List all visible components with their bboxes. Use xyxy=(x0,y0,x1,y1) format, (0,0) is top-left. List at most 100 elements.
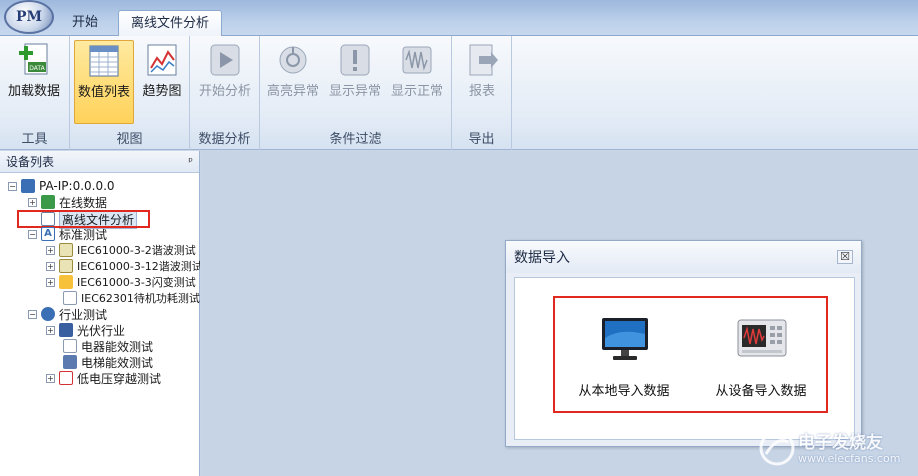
tree-item-appliance-efficiency[interactable]: 电器能效测试 xyxy=(63,338,153,354)
tree-item-label: IEC61000-3-3闪变测试 xyxy=(77,276,196,289)
tab-start[interactable]: 开始 xyxy=(60,10,110,36)
group-label-condition-filter: 条件过滤 xyxy=(329,132,382,147)
tree-item-std-harmonic-12[interactable]: + IEC61000-3-12谐波测试 xyxy=(46,258,200,274)
device-list-header: 设备列表 ᵖ xyxy=(0,151,199,173)
collapse-icon[interactable]: − xyxy=(8,181,17,191)
dialog-title: 数据导入 xyxy=(506,241,861,273)
online-data-icon xyxy=(41,195,55,209)
device-list-title: 设备列表 xyxy=(6,155,55,169)
show-abnormal-button[interactable]: 显示异常 xyxy=(326,40,384,124)
expand-icon[interactable]: + xyxy=(28,197,37,207)
show-normal-label: 显示正常 xyxy=(390,84,443,99)
industry-test-icon xyxy=(41,307,55,321)
play-icon xyxy=(210,44,240,76)
trend-chart-button[interactable]: 趋势图 xyxy=(136,40,188,124)
tree-item-industry-test[interactable]: − 行业测试 xyxy=(28,306,107,322)
highlight-abnormal-button[interactable]: 高亮异常 xyxy=(264,40,322,124)
appliance-icon xyxy=(63,339,77,353)
expand-icon[interactable]: + xyxy=(46,245,55,255)
solar-panel-icon xyxy=(59,323,73,337)
tab-offline-analysis[interactable]: 离线文件分析 xyxy=(118,10,223,37)
tree-item-photovoltaic[interactable]: + 光伏行业 xyxy=(46,322,125,338)
expand-icon[interactable]: + xyxy=(46,261,55,271)
tree-item-label: 电梯能效测试 xyxy=(81,355,154,370)
ribbon-group-condition-filter: 高亮异常 显示异常 显示正常 条件过滤 xyxy=(260,36,452,150)
tree-item-online-data[interactable]: + 在线数据 xyxy=(28,194,107,210)
dialog-close-button[interactable]: ☒ xyxy=(837,250,853,264)
tree-root[interactable]: − PA-IP:0.0.0.0 xyxy=(8,178,115,194)
data-import-dialog: 数据导入 ☒ 从本地导入数据 从设备导入数据 xyxy=(505,240,862,447)
import-local-label: 从本地导入数据 xyxy=(578,384,670,399)
dialog-title-text: 数据导入 xyxy=(514,250,570,266)
monitor-icon xyxy=(602,318,648,360)
group-label-export: 导出 xyxy=(468,132,495,147)
tree-item-label: 电器能效测试 xyxy=(81,339,154,354)
tree-item-label: IEC61000-3-2谐波测试 xyxy=(77,244,196,257)
tree-item-label: IEC61000-3-12谐波测试 xyxy=(77,260,200,273)
warning-icon xyxy=(340,44,370,76)
tree-item-label: 在线数据 xyxy=(59,195,108,210)
trend-chart-label: 趋势图 xyxy=(142,84,182,99)
tree-item-elevator-efficiency[interactable]: 电梯能效测试 xyxy=(63,354,153,370)
tree-root-label: PA-IP:0.0.0.0 xyxy=(39,179,115,193)
tree-item-label: IEC62301待机功耗测试 xyxy=(81,292,200,305)
dialog-body: 从本地导入数据 从设备导入数据 xyxy=(514,277,855,440)
tree-item-label: 低电压穿越测试 xyxy=(77,371,162,386)
value-list-button[interactable]: 数值列表 xyxy=(74,40,134,124)
ribbon-group-export: 报表 导出 xyxy=(452,36,512,150)
group-label-view: 视图 xyxy=(116,132,143,147)
device-icon xyxy=(21,179,35,193)
waveform-icon xyxy=(402,46,432,74)
load-data-icon-caption: DATA xyxy=(29,65,45,72)
import-local-button[interactable]: 从本地导入数据 xyxy=(559,298,689,411)
tree-item-label: 标准测试 xyxy=(59,227,108,242)
group-label-tools: 工具 xyxy=(21,132,48,147)
tree-item-standard-test[interactable]: − A 标准测试 xyxy=(28,226,107,242)
watermark: 电子发烧友 www.elecfans.com xyxy=(758,426,908,470)
show-abnormal-label: 显示异常 xyxy=(328,84,381,99)
expand-icon[interactable]: + xyxy=(46,373,55,383)
standard-test-icon: A xyxy=(41,227,55,241)
red-highlight-box: 从本地导入数据 从设备导入数据 xyxy=(553,296,828,413)
watermark-text: 电子发烧友 xyxy=(798,433,883,453)
ribbon-group-view: 数值列表 趋势图 视图 xyxy=(70,36,190,150)
collapse-icon[interactable]: − xyxy=(28,309,37,319)
tree-item-lvrt[interactable]: + 低电压穿越测试 xyxy=(46,370,161,386)
app-logo[interactable]: PM xyxy=(4,0,54,34)
harmonic-icon xyxy=(59,259,73,273)
value-list-label: 数值列表 xyxy=(77,85,130,100)
title-bar: PM 开始 离线文件分析 xyxy=(0,0,918,37)
document-icon xyxy=(63,291,77,305)
ribbon-group-data-analysis: 开始分析 数据分析 xyxy=(190,36,260,150)
highlight-icon xyxy=(279,46,307,74)
power-analyzer-icon xyxy=(737,319,787,357)
report-button[interactable]: 报表 xyxy=(453,40,511,124)
watermark-logo-icon xyxy=(759,430,795,466)
tree-item-std-standby[interactable]: IEC62301待机功耗测试 xyxy=(63,290,200,306)
tree-item-std-harmonic-2[interactable]: + IEC61000-3-2谐波测试 xyxy=(46,242,196,258)
collapse-icon[interactable]: − xyxy=(28,229,37,239)
tree-item-std-flicker[interactable]: + IEC61000-3-3闪变测试 xyxy=(46,274,196,290)
watermark-url: www.elecfans.com xyxy=(798,452,901,465)
elevator-icon xyxy=(63,355,77,369)
show-normal-button[interactable]: 显示正常 xyxy=(388,40,446,124)
tree-item-label: 光伏行业 xyxy=(77,323,126,338)
low-voltage-icon xyxy=(59,371,73,385)
ribbon-group-tools: DATA 加载数据 工具 xyxy=(0,36,70,150)
expand-icon[interactable]: + xyxy=(46,325,55,335)
group-label-data-analysis: 数据分析 xyxy=(198,132,251,147)
load-data-icon: DATA xyxy=(19,43,48,75)
import-device-label: 从设备导入数据 xyxy=(715,384,807,399)
pin-icon[interactable]: ᵖ xyxy=(188,155,193,168)
highlight-abnormal-label: 高亮异常 xyxy=(266,84,319,99)
report-label: 报表 xyxy=(468,84,495,99)
tree-item-label: 行业测试 xyxy=(59,307,108,322)
trend-chart-icon xyxy=(147,44,177,76)
expand-icon[interactable]: + xyxy=(46,277,55,287)
start-analysis-button[interactable]: 开始分析 xyxy=(196,40,254,124)
report-icon xyxy=(469,44,498,76)
import-device-button[interactable]: 从设备导入数据 xyxy=(696,298,826,411)
load-data-button[interactable]: DATA 加载数据 xyxy=(4,40,64,124)
harmonic-icon xyxy=(59,243,73,257)
table-icon xyxy=(89,45,119,77)
